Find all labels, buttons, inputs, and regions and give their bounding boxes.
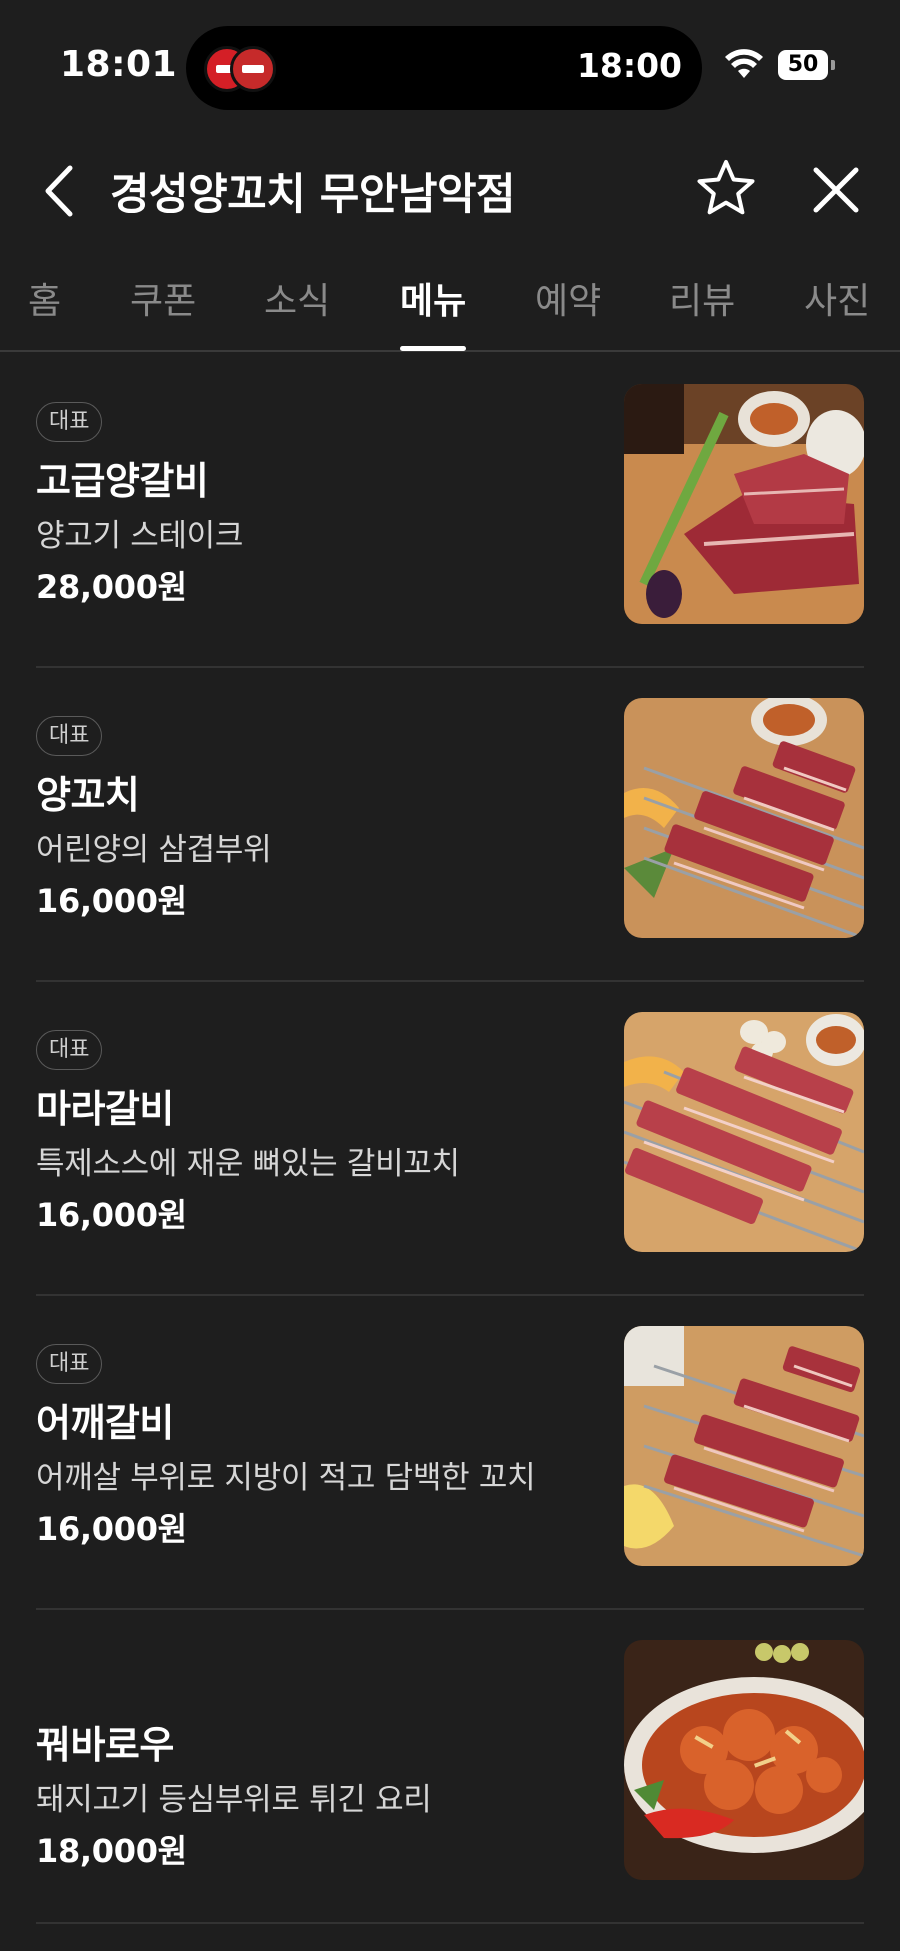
menu-item-price: 16,000원 bbox=[36, 1510, 187, 1548]
battery-tip bbox=[831, 60, 835, 70]
signature-badge: 대표 bbox=[36, 402, 103, 442]
menu-item-description: 양고기 스테이크 bbox=[36, 518, 244, 554]
back-arrow-icon[interactable] bbox=[36, 162, 88, 220]
menu-item-description: 어린양의 삼겹부위 bbox=[36, 832, 272, 868]
tab-news[interactable]: 소식 bbox=[264, 272, 330, 324]
tab-bar: 홈 쿠폰 소식 메뉴 예약 리뷰 사진 bbox=[0, 260, 900, 352]
dynamic-island[interactable]: 18:00 bbox=[186, 26, 702, 110]
menu-item-price: 16,000원 bbox=[36, 1196, 187, 1234]
wifi-icon bbox=[725, 49, 763, 78]
menu-item[interactable]: 대표 고급양갈비 양고기 스테이크 28,000원 bbox=[0, 354, 900, 668]
battery-icon: 50 bbox=[778, 50, 828, 80]
menu-item-price: 18,000원 bbox=[36, 1832, 187, 1870]
menu-item-name: 고급양갈비 bbox=[36, 459, 209, 503]
tab-menu[interactable]: 메뉴 bbox=[400, 272, 466, 324]
menu-item-photo[interactable] bbox=[624, 1012, 864, 1252]
signature-badge: 대표 bbox=[36, 1030, 103, 1070]
menu-item-name: 어깨갈비 bbox=[36, 1401, 174, 1445]
active-tab-indicator bbox=[400, 346, 466, 351]
menu-item-photo[interactable] bbox=[624, 384, 864, 624]
menu-item-photo[interactable] bbox=[624, 698, 864, 938]
menu-item[interactable]: 꿔바로우 돼지고기 등심부위로 튀긴 요리 18,000원 bbox=[0, 1610, 900, 1924]
status-time: 18:01 bbox=[60, 44, 178, 85]
favorite-star-icon[interactable] bbox=[696, 158, 756, 218]
menu-item[interactable]: 대표 마라갈비 특제소스에 재운 뼈있는 갈비꼬치 16,000원 bbox=[0, 982, 900, 1296]
divider bbox=[36, 1922, 864, 1924]
menu-item-description: 어깨살 부위로 지방이 적고 담백한 꼬치 bbox=[36, 1460, 536, 1496]
status-bar: 18:01 18:00 50 bbox=[0, 0, 900, 120]
header: 경성양꼬치 무안남악점 bbox=[0, 140, 900, 240]
page-title: 경성양꼬치 무안남악점 bbox=[110, 170, 516, 220]
signature-badge: 대표 bbox=[36, 716, 103, 756]
menu-item[interactable]: 대표 양꼬치 어린양의 삼겹부위 16,000원 bbox=[0, 668, 900, 982]
menu-item-description: 특제소스에 재운 뼈있는 갈비꼬치 bbox=[36, 1146, 460, 1182]
menu-item-description: 돼지고기 등심부위로 튀긴 요리 bbox=[36, 1782, 432, 1818]
tab-photo[interactable]: 사진 bbox=[804, 272, 870, 324]
signature-badge: 대표 bbox=[36, 1344, 103, 1384]
menu-item-photo[interactable] bbox=[624, 1326, 864, 1566]
menu-item-name: 양꼬치 bbox=[36, 773, 140, 817]
close-icon[interactable] bbox=[808, 162, 864, 218]
app-logo-icon-secondary bbox=[230, 46, 276, 92]
tab-reservation[interactable]: 예약 bbox=[535, 272, 601, 324]
tab-review[interactable]: 리뷰 bbox=[669, 272, 735, 324]
island-time: 18:00 bbox=[576, 46, 682, 85]
menu-item-price: 28,000원 bbox=[36, 568, 187, 606]
tab-home[interactable]: 홈 bbox=[28, 272, 61, 324]
menu-item-name: 꿔바로우 bbox=[36, 1723, 174, 1767]
menu-item[interactable]: 대표 어깨갈비 어깨살 부위로 지방이 적고 담백한 꼬치 16,000원 bbox=[0, 1296, 900, 1610]
menu-item-photo[interactable] bbox=[624, 1640, 864, 1880]
menu-item-price: 16,000원 bbox=[36, 882, 187, 920]
tab-coupon[interactable]: 쿠폰 bbox=[130, 272, 196, 324]
menu-item-name: 마라갈비 bbox=[36, 1087, 174, 1131]
